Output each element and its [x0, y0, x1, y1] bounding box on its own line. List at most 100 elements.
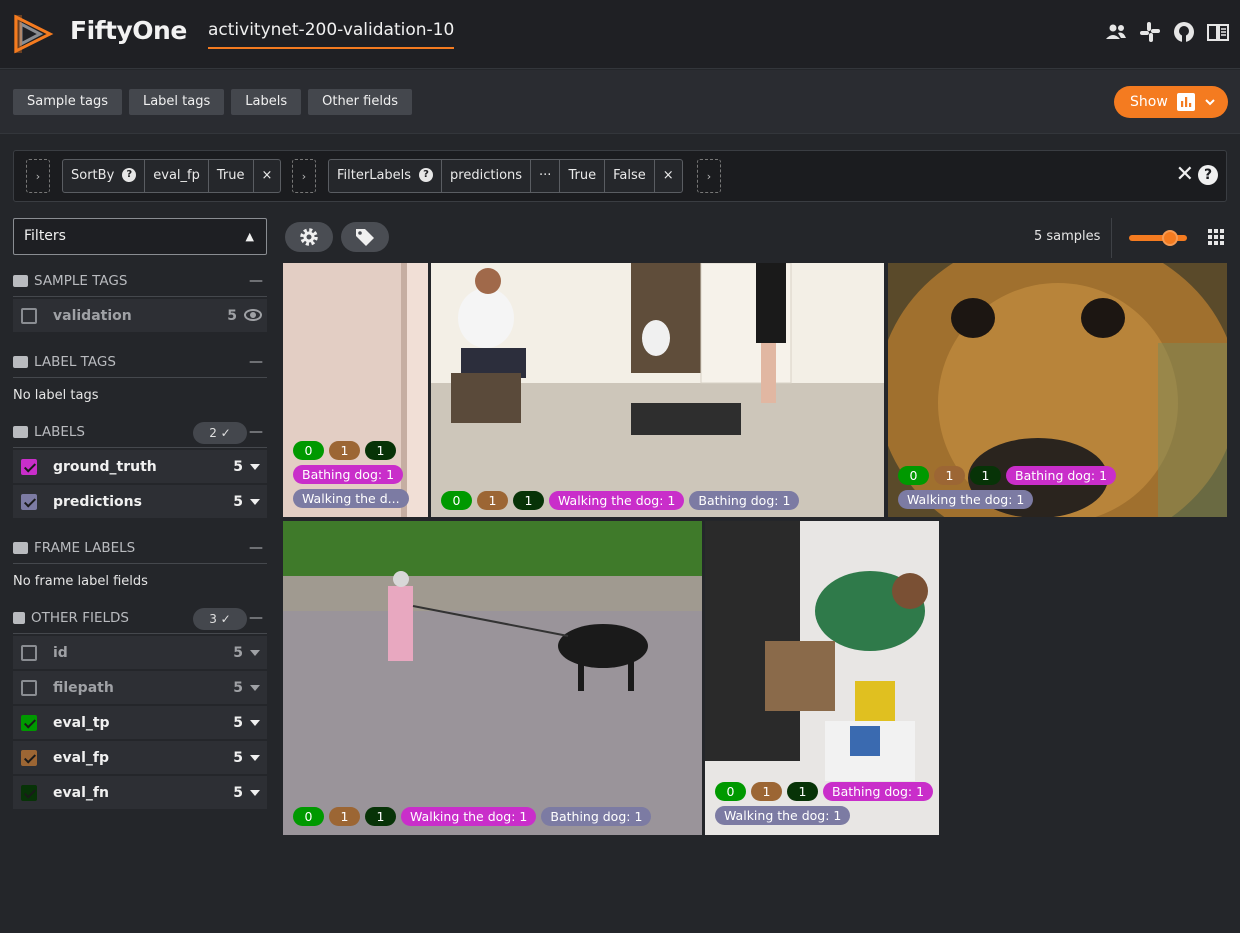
people-icon[interactable] [1104, 20, 1128, 44]
stage-filterlabels-name[interactable]: FilterLabels? [329, 160, 443, 192]
sidebar-item-eval-fp[interactable]: eval_fp 5 [13, 741, 267, 774]
sample-tile[interactable]: 0 1 1 Bathing dog: 1 Walking the d... [283, 263, 428, 517]
sidebar-item-filepath[interactable]: filepath 5 [13, 671, 267, 704]
stage-filterlabels-trajectories[interactable]: False [605, 160, 655, 192]
chevron-down-icon [1205, 99, 1215, 106]
zoom-slider-track[interactable] [1129, 235, 1187, 241]
bar-chart-icon [1176, 93, 1195, 111]
section-sample-tags[interactable]: SAMPLE TAGS — [13, 269, 267, 297]
field-count: 5 [233, 679, 243, 696]
checkbox[interactable] [21, 493, 37, 510]
caret-down-icon[interactable] [250, 685, 260, 691]
dataset-selector[interactable]: activitynet-200-validation-10 [208, 20, 455, 49]
tab-sample-tags[interactable]: Sample tags [13, 89, 122, 115]
checkbox[interactable] [21, 784, 37, 801]
caret-down-icon[interactable] [250, 650, 260, 656]
collapse-icon[interactable]: — [249, 354, 263, 370]
selected-count-badge[interactable]: 3 ✓ [193, 608, 247, 630]
collapse-icon[interactable]: — [249, 610, 263, 626]
section-frame-labels[interactable]: FRAME LABELS — [13, 536, 267, 564]
help-circle-icon[interactable]: ? [419, 167, 434, 182]
section-title: SAMPLE TAGS [34, 272, 128, 289]
collapse-icon[interactable]: — [249, 273, 263, 289]
stage-sortby-label: SortBy [71, 168, 115, 183]
fiftyone-logo-icon[interactable] [12, 13, 54, 55]
caret-down-icon[interactable] [250, 720, 260, 726]
clear-view-icon[interactable]: ✕ [1176, 164, 1194, 186]
stage-filterlabels-only-matches[interactable]: True [560, 160, 606, 192]
stage-sortby-field[interactable]: eval_fp [145, 160, 209, 192]
eye-icon[interactable] [244, 309, 262, 321]
ground-truth-badge: Walking the dog: 1 [549, 491, 685, 510]
add-stage-button-3[interactable]: › [697, 159, 721, 193]
label-badges: 0 1 1 Bathing dog: 1 Walking the d... [293, 441, 423, 508]
help-circle-icon[interactable]: ? [122, 167, 137, 182]
sample-tile[interactable]: 0 1 1 Bathing dog: 1 Walking the dog: 1 [888, 263, 1227, 517]
checkbox[interactable] [21, 679, 37, 696]
brand-name[interactable]: FiftyOne [70, 16, 187, 45]
bar-chart-icon [13, 611, 25, 624]
header-icons [1104, 20, 1230, 44]
caret-down-icon[interactable] [250, 464, 260, 470]
add-stage-button[interactable]: › [26, 159, 50, 193]
stage-sortby-name[interactable]: SortBy? [63, 160, 146, 192]
checkbox[interactable] [21, 307, 37, 324]
github-icon[interactable] [1172, 20, 1196, 44]
selected-count-badge[interactable]: 2 ✓ [193, 422, 247, 444]
section-label-tags[interactable]: LABEL TAGS — [13, 350, 267, 378]
checkbox[interactable] [21, 644, 37, 661]
eval-tp-badge: 0 [441, 491, 472, 510]
collapse-icon[interactable]: — [249, 424, 263, 440]
sample-thumbnail [431, 263, 884, 517]
sample-tile[interactable]: 0 1 1 Walking the dog: 1 Bathing dog: 1 [283, 521, 702, 835]
help-icon[interactable]: ? [1198, 165, 1218, 185]
section-other-fields[interactable]: OTHER FIELDS 3 ✓ — [13, 606, 267, 634]
section-labels[interactable]: LABELS 2 ✓ — [13, 420, 267, 448]
tag-button[interactable] [341, 222, 389, 252]
stage-filterlabels-field[interactable]: predictions [442, 160, 532, 192]
sidebar-item-predictions[interactable]: predictions 5 [13, 485, 267, 518]
ground-truth-badge: Bathing dog: 1 [293, 465, 404, 484]
caret-down-icon[interactable] [250, 499, 260, 505]
app-header: FiftyOne activitynet-200-validation-10 [0, 0, 1240, 69]
show-plots-button[interactable]: Show [1114, 86, 1228, 118]
tag-icon [356, 229, 374, 246]
tab-label-tags[interactable]: Label tags [128, 89, 225, 115]
sidebar-item-id[interactable]: id 5 [13, 636, 267, 669]
sidebar-item-validation[interactable]: validation 5 [13, 299, 267, 332]
sample-tile[interactable]: 0 1 1 Bathing dog: 1 Walking the dog: 1 [705, 521, 939, 835]
samples-count: 5 samples [1034, 229, 1101, 244]
sample-tile[interactable]: 0 1 1 Walking the dog: 1 Bathing dog: 1 [431, 263, 884, 517]
sidebar-item-eval-tp[interactable]: eval_tp 5 [13, 706, 267, 739]
eval-fp-badge: 1 [329, 441, 360, 460]
caret-down-icon[interactable] [250, 790, 260, 796]
tab-other-fields[interactable]: Other fields [308, 89, 412, 115]
stage-sortby: SortBy? eval_fp True × [62, 159, 282, 193]
filters-dropdown[interactable]: Filters ▲ [13, 218, 267, 255]
chevron-up-icon: ▲ [245, 230, 254, 243]
predictions-badge: Bathing dog: 1 [689, 491, 800, 510]
sidebar-item-ground-truth[interactable]: ground_truth 5 [13, 450, 267, 483]
checkbox[interactable] [21, 714, 37, 731]
slack-icon[interactable] [1138, 20, 1162, 44]
collapse-icon[interactable]: — [249, 540, 263, 556]
settings-button[interactable] [285, 222, 333, 252]
stage-sortby-reverse[interactable]: True [209, 160, 254, 192]
add-stage-button-2[interactable]: › [292, 159, 316, 193]
field-count: 5 [233, 458, 243, 475]
checkbox[interactable] [21, 749, 37, 766]
stage-sortby-remove[interactable]: × [254, 160, 281, 192]
docs-icon[interactable] [1206, 20, 1230, 44]
checkbox[interactable] [21, 458, 37, 475]
field-count: 5 [233, 493, 243, 510]
field-count: 5 [233, 749, 243, 766]
zoom-slider-handle[interactable] [1162, 230, 1178, 246]
sidebar-item-eval-fn[interactable]: eval_fn 5 [13, 776, 267, 809]
field-label: filepath [53, 679, 114, 696]
tab-labels[interactable]: Labels [231, 89, 302, 115]
label-badges: 0 1 1 Walking the dog: 1 Bathing dog: 1 [441, 491, 800, 510]
stage-filterlabels-remove[interactable]: × [655, 160, 682, 192]
stage-filterlabels-expr[interactable]: ··· [531, 160, 561, 192]
caret-down-icon[interactable] [250, 755, 260, 761]
grid-view-icon[interactable] [1208, 229, 1224, 245]
